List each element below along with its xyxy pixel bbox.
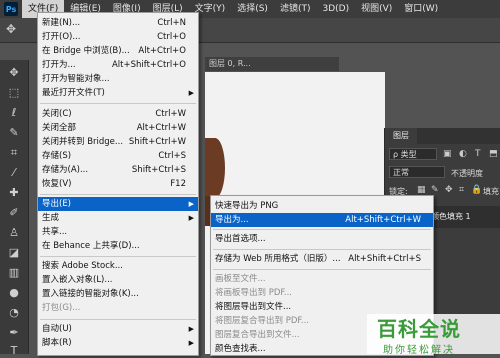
menu-window[interactable]: 窗口(W): [398, 0, 444, 18]
menu-item-new[interactable]: 新建(N)... Ctrl+N: [38, 16, 198, 30]
menu-item-layers-to-files[interactable]: 将图层导出到文件...: [211, 300, 433, 314]
menu-item-export-preferences[interactable]: 导出首选项...: [211, 232, 433, 246]
file-menu: 新建(N)... Ctrl+N 打开(O)... Ctrl+O 在 Bridge 中…: [37, 12, 199, 356]
blur-tool-icon[interactable]: ●: [7, 286, 21, 300]
filter-type-icon[interactable]: T: [475, 149, 481, 159]
menu-3d[interactable]: 3D(D): [316, 0, 355, 18]
menu-item-share[interactable]: 共享...: [38, 225, 198, 239]
menu-item-export[interactable]: 导出(E) ▶: [38, 197, 198, 211]
menu-divider: [213, 249, 431, 250]
menu-item-open[interactable]: 打开(O)... Ctrl+O: [38, 30, 198, 44]
menu-item-export-as[interactable]: 导出为... Alt+Shift+Ctrl+W: [211, 213, 433, 227]
layer-name[interactable]: 颜色填充 1: [431, 211, 471, 222]
menu-item-place-embedded[interactable]: 置入嵌入对象(L)...: [38, 273, 198, 287]
pen-tool-icon[interactable]: ✒: [7, 326, 21, 340]
menu-divider: [213, 269, 431, 270]
menu-item-close-go-bridge[interactable]: 关闭并转到 Bridge... Shift+Ctrl+W: [38, 135, 198, 149]
watermark-title: 百科全说: [377, 317, 461, 341]
menu-divider: [40, 256, 196, 257]
filter-adjustment-icon[interactable]: ◐: [459, 149, 467, 159]
gradient-tool-icon[interactable]: ▥: [7, 266, 21, 280]
menu-item-save[interactable]: 存储(S) Ctrl+S: [38, 149, 198, 163]
menu-item-revert[interactable]: 恢复(V) F12: [38, 177, 198, 191]
menu-divider: [40, 319, 196, 320]
submenu-arrow-icon: ▶: [188, 214, 194, 222]
move-tool-option-icon[interactable]: ✥: [6, 22, 16, 36]
submenu-arrow-icon: ▶: [188, 200, 194, 208]
menu-item-save-for-web[interactable]: 存储为 Web 所用格式（旧版）... Alt+Shift+Ctrl+S: [211, 252, 433, 266]
menu-item-open-as[interactable]: 打开为... Alt+Shift+Ctrl+O: [38, 58, 198, 72]
blend-mode-select[interactable]: 正常: [389, 166, 445, 178]
menu-item-search-adobe-stock[interactable]: 搜索 Adobe Stock...: [38, 259, 198, 273]
menu-view[interactable]: 视图(V): [355, 0, 398, 18]
clone-stamp-tool-icon[interactable]: ♙: [7, 226, 21, 240]
marquee-tool-icon[interactable]: ⬚: [7, 86, 21, 100]
menu-item-generate[interactable]: 生成 ▶: [38, 211, 198, 225]
submenu-arrow-icon: ▶: [188, 339, 194, 347]
menu-item-scripts[interactable]: 脚本(R) ▶: [38, 336, 198, 350]
lock-position-icon[interactable]: ✥: [445, 185, 453, 195]
filter-image-icon[interactable]: ▣: [443, 149, 452, 159]
menu-divider: [40, 194, 196, 195]
menu-select[interactable]: 选择(S): [231, 0, 274, 18]
watermark: 百科全说 助你轻松解决: [367, 314, 500, 356]
menu-item-artboards-to-files: 画板至文件...: [215, 274, 266, 284]
menu-item-save-as[interactable]: 存储为(A)... Shift+Ctrl+S: [38, 163, 198, 177]
menu-item-close[interactable]: 关闭(C) Ctrl+W: [38, 107, 198, 121]
type-tool-icon[interactable]: T: [7, 344, 21, 358]
eyedropper-tool-icon[interactable]: ⁄: [7, 166, 21, 180]
submenu-arrow-icon: ▶: [188, 325, 194, 333]
dodge-tool-icon[interactable]: ◔: [7, 306, 21, 320]
eraser-tool-icon[interactable]: ◪: [7, 246, 21, 260]
layer-filter-select[interactable]: ρ 类型: [389, 148, 437, 160]
menu-item-close-all[interactable]: 关闭全部 Alt+Ctrl+W: [38, 121, 198, 135]
menu-item-browse-bridge[interactable]: 在 Bridge 中浏览(B)... Alt+Ctrl+O: [38, 44, 198, 58]
document-tab[interactable]: 图层 0, R...: [205, 57, 339, 71]
lasso-tool-icon[interactable]: ℓ: [7, 106, 21, 120]
menu-divider: [40, 103, 196, 104]
lock-pixels-icon[interactable]: ▦: [417, 185, 426, 195]
menu-item-open-smart-object[interactable]: 打开为智能对象...: [38, 72, 198, 86]
move-tool-icon[interactable]: ✥: [7, 66, 21, 80]
healing-brush-tool-icon[interactable]: ✚: [7, 186, 21, 200]
menu-item-place-linked[interactable]: 置入链接的智能对象(K)...: [38, 287, 198, 301]
photo-hair-region: [205, 138, 225, 198]
menu-filter[interactable]: 滤镜(T): [274, 0, 317, 18]
tools-panel: ✥ ⬚ ℓ ✎ ⌗ ⁄ ✚ ✐ ♙ ◪ ▥ ● ◔ ✒ T: [0, 60, 29, 357]
menu-divider: [213, 229, 431, 230]
layers-panel-tabbar: 图层: [385, 128, 500, 144]
crop-tool-icon[interactable]: ⌗: [7, 146, 21, 160]
menu-item-automate[interactable]: 自动(U) ▶: [38, 322, 198, 336]
opacity-label: 不透明度: [451, 169, 483, 178]
menu-item-share-behance[interactable]: 在 Behance 上共享(D)...: [38, 239, 198, 253]
brush-tool-icon[interactable]: ✐: [7, 206, 21, 220]
menu-item-package: 打包(G)...: [42, 303, 81, 313]
menu-item-recent-files[interactable]: 最近打开文件(T) ▶: [38, 86, 198, 100]
tab-layers[interactable]: 图层: [385, 128, 417, 144]
fill-label: 填充: [483, 187, 499, 196]
menu-item-quick-export-png[interactable]: 快速导出为 PNG: [211, 199, 433, 213]
filter-shape-icon[interactable]: ⬒: [489, 149, 498, 159]
lock-paint-icon[interactable]: ✎: [431, 185, 439, 195]
photoshop-logo-icon: Ps: [4, 2, 18, 16]
lock-all-icon[interactable]: 🔒: [471, 185, 482, 195]
lock-artboard-icon[interactable]: ⌗: [459, 185, 464, 195]
quick-select-tool-icon[interactable]: ✎: [7, 126, 21, 140]
submenu-arrow-icon: ▶: [188, 89, 194, 97]
menu-item-artboards-to-pdf: 将画板导出到 PDF...: [215, 288, 293, 298]
